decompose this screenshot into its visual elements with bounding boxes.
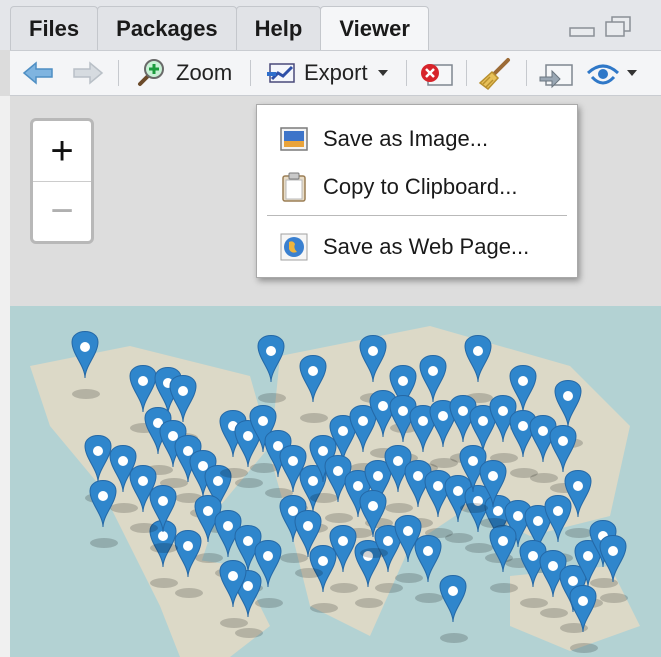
pane-splitter[interactable]	[0, 96, 10, 657]
tab-help[interactable]: Help	[235, 6, 322, 50]
menu-item-save-as-web-page[interactable]: Save as Web Page...	[257, 223, 577, 271]
map-zoom-control: + −	[30, 118, 94, 244]
viewer-pane: Files Packages Help Viewer Zoom Export +…	[0, 0, 661, 657]
show-in-window-icon[interactable]	[538, 59, 576, 89]
minimize-pane-icon[interactable]	[568, 16, 596, 38]
maximize-pane-icon[interactable]	[604, 16, 632, 38]
menu-item-label: Save as Web Page...	[323, 234, 530, 259]
publish-button[interactable]	[586, 51, 638, 95]
zoom-magnifier-icon	[138, 59, 164, 86]
menu-separator	[267, 215, 567, 216]
tab-packages[interactable]: Packages	[97, 6, 237, 50]
export-dropdown-menu: Save as Image... Copy to Clipboard... Sa…	[256, 104, 578, 278]
remove-viewer-icon[interactable]	[418, 59, 454, 89]
export-chart-icon	[267, 63, 295, 83]
zoom-label: Zoom	[176, 60, 233, 85]
export-button[interactable]: Export	[266, 51, 390, 95]
image-icon	[280, 127, 308, 151]
caret-down-icon	[377, 70, 388, 76]
menu-item-copy-to-clipboard[interactable]: Copy to Clipboard...	[257, 163, 577, 211]
globe-icon	[280, 233, 308, 261]
tab-files[interactable]: Files	[10, 6, 99, 50]
zoom-in-button[interactable]: +	[33, 121, 91, 181]
world-map[interactable]	[10, 306, 661, 657]
publish-icon	[586, 64, 620, 85]
menu-item-label: Copy to Clipboard...	[323, 174, 518, 199]
tab-bar: Files Packages Help Viewer	[0, 0, 661, 50]
clipboard-icon	[282, 172, 306, 202]
forward-arrow-icon[interactable]	[72, 61, 104, 85]
tab-viewer[interactable]: Viewer	[320, 6, 429, 50]
map-canvas[interactable]	[10, 306, 661, 657]
menu-item-save-as-image[interactable]: Save as Image...	[257, 115, 577, 163]
menu-item-label: Save as Image...	[323, 126, 489, 151]
clear-broom-icon[interactable]	[478, 57, 512, 91]
zoom-button[interactable]: Zoom	[136, 51, 232, 95]
export-label: Export	[304, 60, 368, 85]
caret-down-icon	[627, 70, 637, 76]
zoom-out-button[interactable]: −	[33, 181, 91, 241]
viewer-toolbar: Zoom Export	[10, 50, 661, 96]
back-arrow-icon[interactable]	[22, 61, 54, 85]
